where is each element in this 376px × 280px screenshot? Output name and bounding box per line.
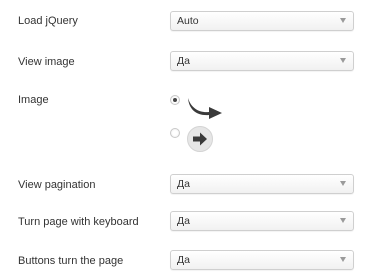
view-image-select[interactable]: Да (170, 51, 354, 71)
view-image-label: View image (18, 56, 75, 68)
load-jquery-select[interactable]: Auto (170, 11, 354, 31)
chevron-down-icon (340, 257, 346, 262)
turn-page-keyboard-select[interactable]: Да (170, 211, 354, 231)
load-jquery-label: Load jQuery (18, 15, 78, 27)
view-pagination-label: View pagination (18, 179, 96, 191)
buttons-turn-page-label: Buttons turn the page (18, 255, 124, 267)
buttons-turn-page-select-value: Да (177, 254, 190, 266)
turn-page-keyboard-select-value: Да (177, 215, 190, 227)
image-label: Image (18, 94, 49, 106)
load-jquery-select-value: Auto (177, 15, 199, 27)
circle-arrow-icon[interactable] (186, 125, 214, 153)
image-option-curved-arrow-radio[interactable] (170, 95, 180, 105)
buttons-turn-page-select[interactable]: Да (170, 250, 354, 270)
view-pagination-select[interactable]: Да (170, 174, 354, 194)
chevron-down-icon (340, 181, 346, 186)
image-option-circle-arrow-radio[interactable] (170, 128, 180, 138)
view-pagination-select-value: Да (177, 178, 190, 190)
chevron-down-icon (340, 218, 346, 223)
view-image-select-value: Да (177, 55, 190, 67)
turn-page-keyboard-label: Turn page with keyboard (18, 216, 139, 228)
chevron-down-icon (340, 58, 346, 63)
chevron-down-icon (340, 18, 346, 23)
curved-arrow-icon[interactable] (185, 94, 227, 120)
